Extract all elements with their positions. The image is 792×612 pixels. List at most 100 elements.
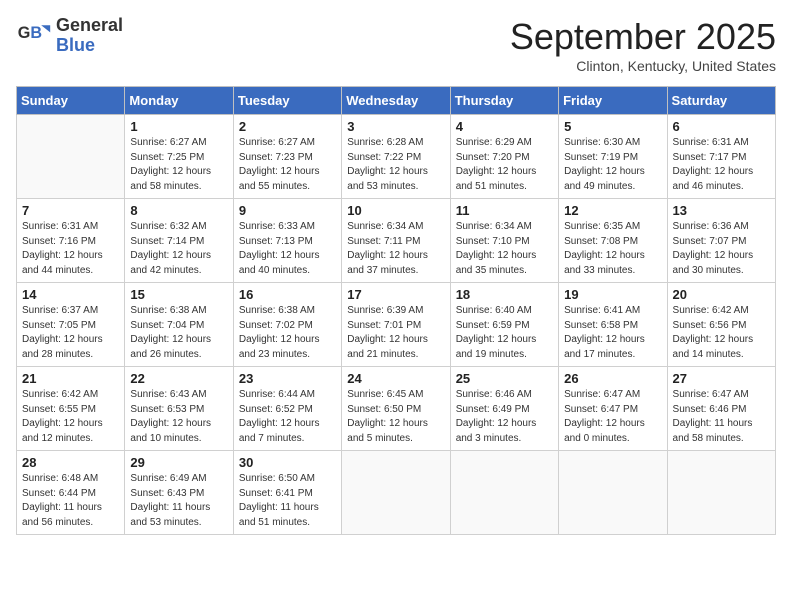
day-number: 11: [456, 203, 553, 218]
day-detail: Sunrise: 6:35 AM Sunset: 7:08 PM Dayligh…: [564, 220, 661, 278]
calendar-cell: 18 Sunrise: 6:40 AM Sunset: 6:59 PM Dayli…: [450, 283, 558, 367]
day-detail: Sunrise: 6:31 AM Sunset: 7:17 PM Dayligh…: [673, 136, 770, 194]
calendar-cell: 14 Sunrise: 6:37 AM Sunset: 7:05 PM Dayli…: [17, 283, 125, 367]
svg-text:B: B: [30, 24, 42, 42]
day-detail: Sunrise: 6:47 AM Sunset: 6:47 PM Dayligh…: [564, 388, 661, 446]
day-number: 8: [130, 203, 227, 218]
calendar-cell: 26 Sunrise: 6:47 AM Sunset: 6:47 PM Dayli…: [559, 367, 667, 451]
day-number: 26: [564, 371, 661, 386]
weekday-header-friday: Friday: [559, 87, 667, 115]
calendar-week-1: 1 Sunrise: 6:27 AM Sunset: 7:25 PM Daylig…: [17, 115, 776, 199]
calendar-week-5: 28 Sunrise: 6:48 AM Sunset: 6:44 PM Dayli…: [17, 451, 776, 535]
day-detail: Sunrise: 6:38 AM Sunset: 7:04 PM Dayligh…: [130, 304, 227, 362]
calendar-cell: 7Sunrise: 6:31 AM Sunset: 7:16 PM Daylig…: [17, 199, 125, 283]
logo-icon: G B: [16, 18, 52, 54]
weekday-header-sunday: Sunday: [17, 87, 125, 115]
day-detail: Sunrise: 6:37 AM Sunset: 7:05 PM Dayligh…: [22, 304, 119, 362]
day-detail: Sunrise: 6:32 AM Sunset: 7:14 PM Dayligh…: [130, 220, 227, 278]
weekday-header-wednesday: Wednesday: [342, 87, 450, 115]
day-detail: Sunrise: 6:45 AM Sunset: 6:50 PM Dayligh…: [347, 388, 444, 446]
calendar-cell: 3Sunrise: 6:28 AM Sunset: 7:22 PM Daylig…: [342, 115, 450, 199]
calendar-cell: 29 Sunrise: 6:49 AM Sunset: 6:43 PM Dayli…: [125, 451, 233, 535]
day-number: 24: [347, 371, 444, 386]
day-number: 28: [22, 455, 119, 470]
day-detail: Sunrise: 6:42 AM Sunset: 6:55 PM Dayligh…: [22, 388, 119, 446]
day-number: 3: [347, 119, 444, 134]
calendar-week-2: 7Sunrise: 6:31 AM Sunset: 7:16 PM Daylig…: [17, 199, 776, 283]
day-detail: Sunrise: 6:46 AM Sunset: 6:49 PM Dayligh…: [456, 388, 553, 446]
calendar-table: SundayMondayTuesdayWednesdayThursdayFrid…: [16, 86, 776, 535]
day-number: 2: [239, 119, 336, 134]
logo-line2: Blue: [56, 36, 123, 56]
calendar-cell: [342, 451, 450, 535]
logo-line1: General: [56, 16, 123, 36]
calendar-cell: 1 Sunrise: 6:27 AM Sunset: 7:25 PM Daylig…: [125, 115, 233, 199]
day-detail: Sunrise: 6:49 AM Sunset: 6:43 PM Dayligh…: [130, 472, 227, 530]
day-number: 15: [130, 287, 227, 302]
day-detail: Sunrise: 6:29 AM Sunset: 7:20 PM Dayligh…: [456, 136, 553, 194]
calendar-cell: [450, 451, 558, 535]
calendar-cell: 16 Sunrise: 6:38 AM Sunset: 7:02 PM Dayli…: [233, 283, 341, 367]
calendar-cell: 27 Sunrise: 6:47 AM Sunset: 6:46 PM Dayli…: [667, 367, 775, 451]
calendar-cell: 5 Sunrise: 6:30 AM Sunset: 7:19 PM Daylig…: [559, 115, 667, 199]
day-number: 30: [239, 455, 336, 470]
calendar-cell: 25Sunrise: 6:46 AM Sunset: 6:49 PM Dayli…: [450, 367, 558, 451]
calendar-week-4: 21 Sunrise: 6:42 AM Sunset: 6:55 PM Dayli…: [17, 367, 776, 451]
day-detail: Sunrise: 6:47 AM Sunset: 6:46 PM Dayligh…: [673, 388, 770, 446]
day-detail: Sunrise: 6:33 AM Sunset: 7:13 PM Dayligh…: [239, 220, 336, 278]
day-number: 13: [673, 203, 770, 218]
title-block: September 2025 Clinton, Kentucky, United…: [510, 16, 776, 74]
day-number: 20: [673, 287, 770, 302]
calendar-body: 1 Sunrise: 6:27 AM Sunset: 7:25 PM Daylig…: [17, 115, 776, 535]
day-detail: Sunrise: 6:43 AM Sunset: 6:53 PM Dayligh…: [130, 388, 227, 446]
calendar-cell: 21 Sunrise: 6:42 AM Sunset: 6:55 PM Dayli…: [17, 367, 125, 451]
day-number: 16: [239, 287, 336, 302]
day-number: 6: [673, 119, 770, 134]
day-number: 29: [130, 455, 227, 470]
day-number: 18: [456, 287, 553, 302]
calendar-cell: [559, 451, 667, 535]
day-number: 21: [22, 371, 119, 386]
day-detail: Sunrise: 6:30 AM Sunset: 7:19 PM Dayligh…: [564, 136, 661, 194]
calendar-cell: [667, 451, 775, 535]
day-number: 27: [673, 371, 770, 386]
calendar-cell: 8 Sunrise: 6:32 AM Sunset: 7:14 PM Daylig…: [125, 199, 233, 283]
calendar-cell: 10Sunrise: 6:34 AM Sunset: 7:11 PM Dayli…: [342, 199, 450, 283]
day-number: 5: [564, 119, 661, 134]
day-number: 14: [22, 287, 119, 302]
svg-text:G: G: [18, 24, 31, 42]
calendar-cell: 4 Sunrise: 6:29 AM Sunset: 7:20 PM Daylig…: [450, 115, 558, 199]
day-number: 4: [456, 119, 553, 134]
weekday-header-tuesday: Tuesday: [233, 87, 341, 115]
calendar-week-3: 14 Sunrise: 6:37 AM Sunset: 7:05 PM Dayli…: [17, 283, 776, 367]
day-detail: Sunrise: 6:40 AM Sunset: 6:59 PM Dayligh…: [456, 304, 553, 362]
day-number: 9: [239, 203, 336, 218]
day-number: 17: [347, 287, 444, 302]
day-detail: Sunrise: 6:39 AM Sunset: 7:01 PM Dayligh…: [347, 304, 444, 362]
day-number: 1: [130, 119, 227, 134]
day-detail: Sunrise: 6:27 AM Sunset: 7:23 PM Dayligh…: [239, 136, 336, 194]
day-number: 23: [239, 371, 336, 386]
day-detail: Sunrise: 6:36 AM Sunset: 7:07 PM Dayligh…: [673, 220, 770, 278]
day-detail: Sunrise: 6:50 AM Sunset: 6:41 PM Dayligh…: [239, 472, 336, 530]
calendar-cell: 11Sunrise: 6:34 AM Sunset: 7:10 PM Dayli…: [450, 199, 558, 283]
day-detail: Sunrise: 6:48 AM Sunset: 6:44 PM Dayligh…: [22, 472, 119, 530]
day-number: 12: [564, 203, 661, 218]
day-detail: Sunrise: 6:38 AM Sunset: 7:02 PM Dayligh…: [239, 304, 336, 362]
calendar-cell: 9 Sunrise: 6:33 AM Sunset: 7:13 PM Daylig…: [233, 199, 341, 283]
weekday-header-saturday: Saturday: [667, 87, 775, 115]
calendar-cell: 20 Sunrise: 6:42 AM Sunset: 6:56 PM Dayli…: [667, 283, 775, 367]
day-number: 19: [564, 287, 661, 302]
day-detail: Sunrise: 6:42 AM Sunset: 6:56 PM Dayligh…: [673, 304, 770, 362]
calendar-cell: 24 Sunrise: 6:45 AM Sunset: 6:50 PM Dayli…: [342, 367, 450, 451]
day-detail: Sunrise: 6:41 AM Sunset: 6:58 PM Dayligh…: [564, 304, 661, 362]
calendar-cell: 19 Sunrise: 6:41 AM Sunset: 6:58 PM Dayli…: [559, 283, 667, 367]
calendar-cell: 17 Sunrise: 6:39 AM Sunset: 7:01 PM Dayli…: [342, 283, 450, 367]
calendar-cell: [17, 115, 125, 199]
day-detail: Sunrise: 6:34 AM Sunset: 7:11 PM Dayligh…: [347, 220, 444, 278]
calendar-cell: 12 Sunrise: 6:35 AM Sunset: 7:08 PM Dayli…: [559, 199, 667, 283]
day-detail: Sunrise: 6:27 AM Sunset: 7:25 PM Dayligh…: [130, 136, 227, 194]
day-number: 7: [22, 203, 119, 218]
weekday-header-thursday: Thursday: [450, 87, 558, 115]
day-number: 22: [130, 371, 227, 386]
